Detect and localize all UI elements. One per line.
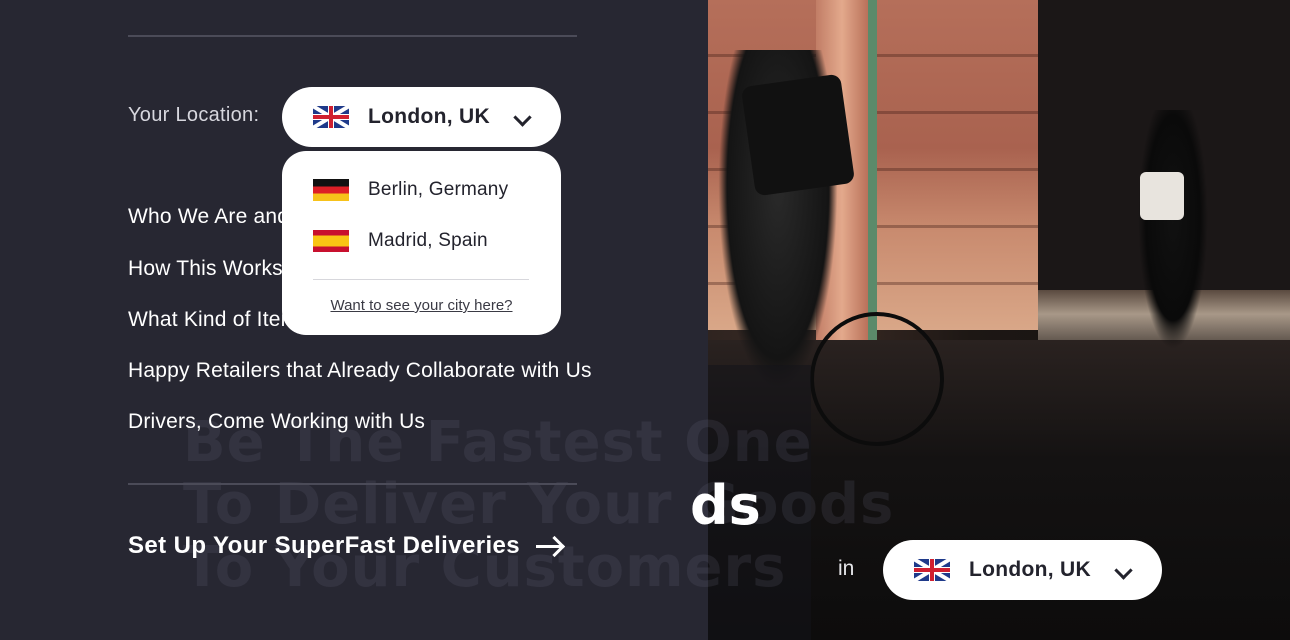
request-city-link[interactable]: Want to see your city here? (282, 297, 561, 314)
green-pole (868, 0, 877, 360)
setup-deliveries-button[interactable]: Set Up Your SuperFast Deliveries (128, 532, 564, 560)
germany-flag-icon (313, 179, 349, 201)
hero-selected-location: London, UK (969, 558, 1091, 581)
pedestrian-figure (1138, 110, 1208, 350)
nav-item-items[interactable]: What Kind of Items (128, 308, 309, 332)
option-label: Berlin, Germany (368, 179, 509, 200)
dropdown-divider (313, 279, 529, 280)
arrow-right-icon (536, 538, 564, 554)
location-option-madrid[interactable]: Madrid, Spain (313, 230, 488, 252)
nav-item-who-we-are[interactable]: Who We Are and (128, 205, 289, 229)
nav-item-retailers[interactable]: Happy Retailers that Already Collaborate… (128, 359, 592, 383)
menu-panel: Be The Fastest One To Deliver Your Goods… (0, 0, 893, 640)
nav-item-drivers[interactable]: Drivers, Come Working with Us (128, 410, 425, 434)
cta-label: Set Up Your SuperFast Deliveries (128, 532, 521, 559)
location-select[interactable]: London, UK (282, 87, 561, 147)
shopping-bag (1140, 172, 1184, 220)
location-dropdown: Berlin, Germany Madrid, Spain Want to se… (282, 151, 561, 335)
bicycle-wheel (810, 312, 944, 446)
delivery-bag (740, 73, 856, 197)
selected-location: London, UK (368, 105, 490, 128)
uk-flag-icon (313, 106, 349, 128)
nav-item-how-it-works[interactable]: How This Works (128, 257, 283, 281)
option-label: Madrid, Spain (368, 230, 488, 251)
top-divider (128, 35, 577, 37)
chevron-down-icon (1114, 561, 1133, 580)
spain-flag-icon (313, 230, 349, 252)
location-label: Your Location: (128, 104, 260, 126)
hero-in-label: in (838, 557, 855, 580)
uk-flag-icon (914, 559, 950, 581)
hero-location-select[interactable]: London, UK (883, 540, 1162, 600)
hero-headline-tail: ds (690, 474, 761, 537)
hero-headline-line-2: To Deliver Your Goods (183, 472, 895, 537)
chevron-down-icon (513, 108, 532, 127)
bottom-divider (128, 483, 577, 485)
location-option-berlin[interactable]: Berlin, Germany (313, 179, 508, 201)
